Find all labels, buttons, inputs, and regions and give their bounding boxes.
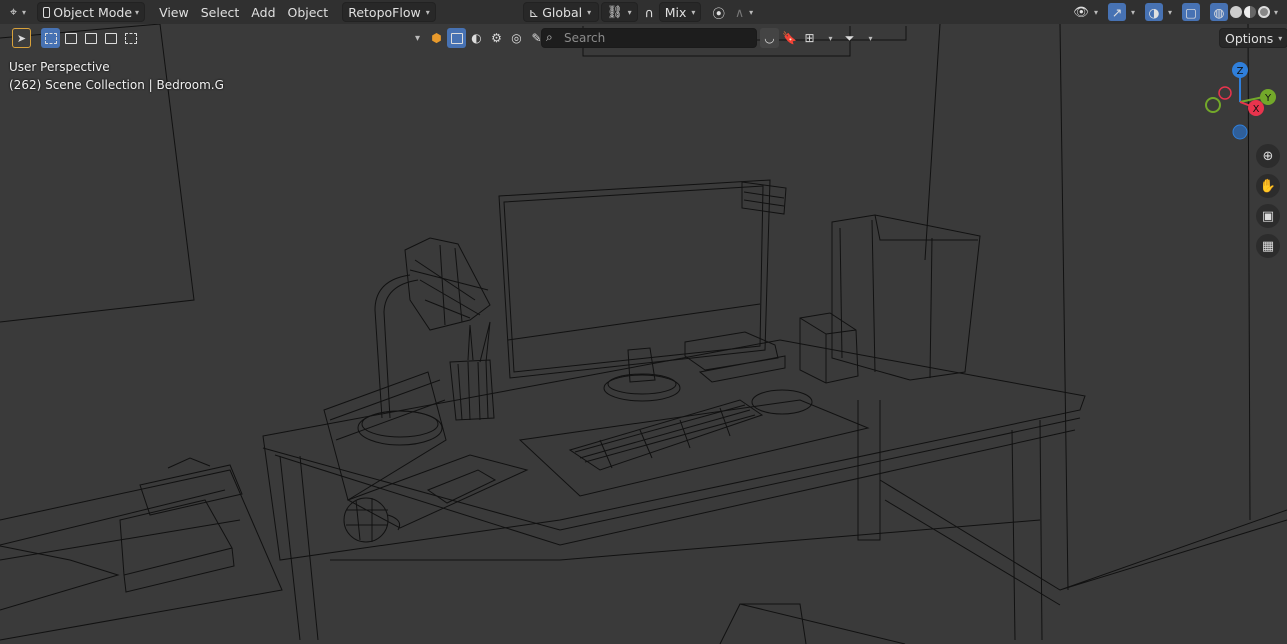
orientation-label: Global: [542, 4, 583, 20]
options-dropdown[interactable]: Options ▾: [1219, 28, 1287, 48]
view-name: User Perspective: [9, 60, 110, 74]
pan-hand-icon[interactable]: ✋: [1256, 174, 1280, 198]
select-extend-icon[interactable]: [61, 28, 80, 48]
mug: [343, 497, 389, 543]
select-tool-icon[interactable]: ➤: [12, 28, 31, 48]
select-invert-icon[interactable]: [101, 28, 120, 48]
neg-y-axis-handle: [1205, 97, 1221, 113]
pivot-link-icon: ⛓: [606, 4, 623, 19]
desk-lamp-arm: [374, 274, 419, 419]
axes-cursor-icon: ⌖: [10, 4, 18, 19]
mouse: [751, 389, 813, 415]
material-shading-icon[interactable]: [1243, 6, 1256, 18]
color-cube-icon[interactable]: ⬢: [427, 28, 446, 48]
x-label: X: [1253, 104, 1260, 115]
search-options-group: ◡ 🔖 ⊞ ▾ ⏷ ▾: [760, 28, 879, 48]
mouse-pad: [518, 399, 870, 497]
xray-toggle[interactable]: ▢: [1177, 2, 1205, 22]
nightstand: [0, 469, 283, 641]
shading-group: ◍ ▾: [1205, 2, 1283, 22]
select-tool-group: ➤: [12, 28, 140, 48]
pen-cup: [449, 359, 495, 421]
object-filter-icon[interactable]: [447, 28, 466, 48]
sort-chevron-icon[interactable]: ▾: [820, 28, 839, 48]
wireframe-shading-icon[interactable]: ◍: [1209, 3, 1228, 21]
magnet-icon: ∩: [644, 4, 654, 20]
sort-dropdown-icon[interactable]: ⊞: [800, 28, 819, 48]
overlays-toggle[interactable]: ◑ ▾: [1140, 2, 1177, 22]
rendered-shading-icon[interactable]: [1257, 6, 1270, 18]
filter-chevron-icon[interactable]: ▾: [860, 28, 879, 48]
retopoflow-menu[interactable]: RetopoFlow ▾: [342, 2, 436, 22]
bookmark-icon[interactable]: 🔖: [780, 28, 799, 48]
transform-orientation-dropdown[interactable]: ⊾ Global ▾: [522, 2, 599, 22]
match-case-icon[interactable]: ◡: [760, 28, 779, 48]
snap-mode-label: Mix: [664, 4, 687, 20]
small-box: [799, 312, 859, 384]
select-new-icon[interactable]: [41, 28, 60, 48]
gizmo-icon: ↗: [1107, 3, 1126, 21]
xray-icon: ▢: [1181, 3, 1200, 21]
proportional-dot-icon: ⦿: [712, 5, 725, 21]
desk-lamp-head: [404, 237, 491, 331]
outliner-filter-group: ▾ ⬢ ◐ ⚙ ◎ ✎: [407, 28, 546, 48]
orientation-axes-icon: ⊾: [528, 4, 540, 20]
3d-viewport[interactable]: User Perspective (262) Scene Collection …: [0, 0, 1287, 644]
perspective-grid-icon[interactable]: ▦: [1256, 234, 1280, 258]
menu-object[interactable]: Object: [282, 2, 335, 22]
search-input[interactable]: ⌕ Search: [541, 28, 757, 48]
viewport-header: ⌖ ▾ Object Mode ▾ View Select Add Object R…: [0, 0, 1287, 24]
camera-view-icon[interactable]: ▣: [1256, 204, 1280, 228]
world-filter-icon[interactable]: ◎: [507, 28, 526, 48]
gizmo-toggle[interactable]: ↗ ▾: [1103, 2, 1140, 22]
mode-dropdown[interactable]: Object Mode ▾: [37, 2, 146, 22]
light-filter-icon[interactable]: ⚙: [487, 28, 506, 48]
mode-label: Object Mode: [53, 4, 133, 20]
menu-add[interactable]: Add: [245, 2, 281, 22]
book: [119, 499, 235, 593]
neg-x-axis-handle: [1218, 86, 1232, 100]
shading-filter-icon[interactable]: ◐: [467, 28, 486, 48]
pivot-point-dropdown[interactable]: ⛓ ▾: [600, 2, 638, 22]
editor-type-button[interactable]: ⌖ ▾: [5, 2, 31, 22]
neg-z-axis-handle: [1232, 124, 1248, 140]
search-placeholder: Search: [564, 31, 606, 45]
falloff-curve-icon: ∧: [734, 4, 745, 20]
snap-mode-dropdown[interactable]: Mix ▾: [658, 2, 702, 22]
zoom-icon[interactable]: ⊕: [1256, 144, 1280, 168]
retopoflow-label: RetopoFlow: [348, 4, 421, 20]
menu-view[interactable]: View: [153, 2, 195, 22]
desk-leg: [279, 400, 1043, 641]
select-intersect-icon[interactable]: [121, 28, 140, 48]
menu-select[interactable]: Select: [195, 2, 246, 22]
snap-toggle[interactable]: ∩: [640, 2, 659, 22]
z-label: Z: [1237, 66, 1244, 77]
navigation-gizmo[interactable]: Z Y X: [1198, 58, 1282, 142]
overlays-icon: ◑: [1144, 3, 1163, 21]
visibility-dropdown[interactable]: 👁 ▾: [1068, 2, 1103, 22]
proportional-edit-toggle[interactable]: ⦿: [707, 2, 730, 22]
monitor: [498, 179, 771, 379]
wireframe-scene[interactable]: [0, 0, 1287, 644]
collection-info: (262) Scene Collection | Bedroom.G: [9, 78, 224, 92]
falloff-dropdown[interactable]: ∧ ▾: [730, 2, 758, 22]
collapse-chevron-icon[interactable]: ▾: [407, 28, 426, 48]
y-label: Y: [1264, 93, 1272, 104]
wall-baseboard: [879, 479, 1287, 606]
search-icon: ⌕: [546, 30, 553, 44]
object-mode-icon: [43, 6, 51, 18]
filter-funnel-icon[interactable]: ⏷: [840, 28, 859, 48]
eye-icon: 👁: [1073, 4, 1089, 19]
options-label: Options: [1225, 30, 1274, 46]
solid-shading-icon[interactable]: [1229, 6, 1242, 18]
select-subtract-icon[interactable]: [81, 28, 100, 48]
